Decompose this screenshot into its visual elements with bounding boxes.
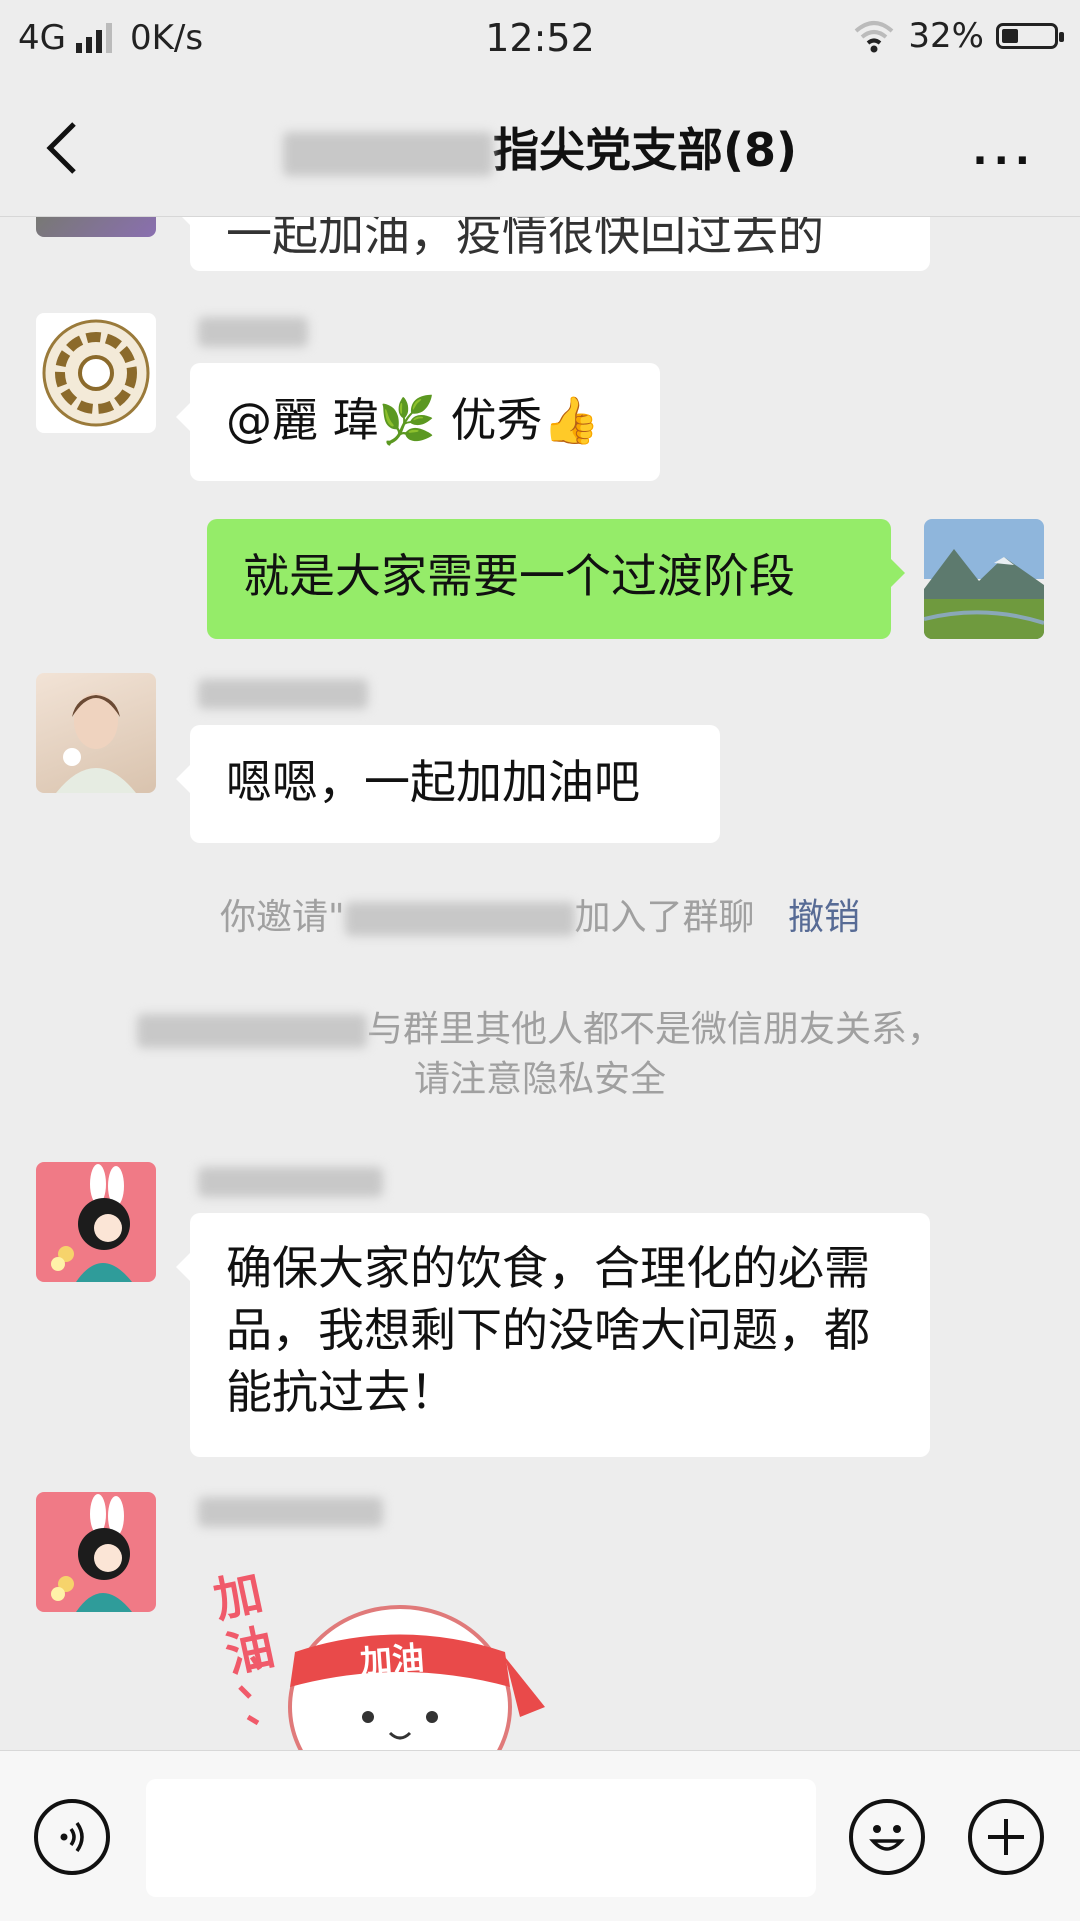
battery-icon bbox=[996, 23, 1064, 49]
sticker-message[interactable]: 加油 加油 bbox=[200, 1557, 560, 1750]
message-list[interactable]: 一起加油，疫情很快回过去的 @麗 瑋🌿 优秀👍 就是大家需要一个过渡阶段 嗯嗯，… bbox=[0, 217, 1080, 1750]
invite-suffix: 加入了群聊 bbox=[574, 897, 755, 938]
sender-name-redacted bbox=[198, 1497, 383, 1533]
message-bubble[interactable]: 确保大家的饮食，合理化的必需品，我想剩下的没啥大问题，都能抗过去！ bbox=[176, 1213, 930, 1457]
message-text: 确保大家的饮食，合理化的必需品，我想剩下的没啥大问题，都能抗过去！ bbox=[226, 1241, 870, 1419]
sticker-band-text: 加油 bbox=[358, 1638, 426, 1682]
message-bubble[interactable]: 一起加油，疫情很快回过去的 bbox=[176, 217, 930, 271]
avatar[interactable] bbox=[36, 673, 156, 793]
redacted-invitee bbox=[344, 902, 575, 936]
system-notice-invite: 你邀请" 加入了群聊 撤销 bbox=[0, 893, 1080, 943]
my-avatar[interactable] bbox=[924, 519, 1044, 639]
message-text: @麗 瑋🌿 优秀👍 bbox=[226, 393, 600, 447]
avatar[interactable] bbox=[36, 1492, 156, 1612]
system-notice-privacy: 与群里其他人都不是微信朋友关系， 请注意隐私安全 bbox=[0, 1005, 1080, 1105]
chat-title: 指尖党支部(8) bbox=[0, 114, 1080, 180]
battery-level bbox=[1002, 29, 1018, 43]
message-bubble-sent[interactable]: 就是大家需要一个过渡阶段 bbox=[207, 519, 905, 639]
avatar[interactable] bbox=[36, 1162, 156, 1282]
plus-icon[interactable] bbox=[968, 1799, 1044, 1875]
mountain-landscape-image bbox=[924, 519, 1044, 639]
sender-name-redacted bbox=[198, 679, 368, 715]
message-text: 一起加油，疫情很快回过去的 bbox=[226, 217, 824, 261]
voice-icon[interactable] bbox=[34, 1799, 110, 1875]
portrait-image bbox=[56, 693, 136, 793]
avatar[interactable] bbox=[36, 313, 156, 433]
emoji-icon[interactable] bbox=[849, 1799, 925, 1875]
more-icon[interactable]: ··· bbox=[972, 138, 1036, 184]
chat-title-text: 指尖党支部(8) bbox=[492, 123, 798, 177]
plus-glyph bbox=[988, 1819, 1024, 1855]
privacy-line-1: 与群里其他人都不是微信朋友关系， bbox=[0, 1005, 1080, 1055]
input-bar bbox=[0, 1750, 1080, 1921]
redacted-group-name bbox=[282, 131, 493, 176]
message-bubble[interactable]: @麗 瑋🌿 优秀👍 bbox=[176, 363, 660, 481]
avatar[interactable] bbox=[36, 217, 156, 237]
cartoon-girl-avatar bbox=[51, 1164, 132, 1282]
wifi-icon bbox=[855, 21, 894, 53]
message-text: 就是大家需要一个过渡阶段 bbox=[243, 549, 795, 603]
undo-invite-link[interactable]: 撤销 bbox=[788, 897, 860, 938]
message-text: 嗯嗯，一起加加油吧 bbox=[226, 755, 640, 809]
cartoon-girl-avatar bbox=[51, 1494, 132, 1612]
status-right: 32% bbox=[852, 16, 1064, 56]
voice-glyph bbox=[60, 1821, 84, 1853]
cultural-heritage-logo bbox=[42, 319, 150, 427]
sender-name-redacted bbox=[198, 317, 308, 353]
sender-name-redacted bbox=[198, 1167, 383, 1203]
message-bubble[interactable]: 嗯嗯，一起加加油吧 bbox=[176, 725, 720, 843]
message-input[interactable] bbox=[146, 1779, 816, 1897]
status-bar: 4G 0K/s 12:52 32% bbox=[0, 0, 1080, 76]
chat-header: 指尖党支部(8) ··· bbox=[0, 76, 1080, 217]
privacy-text-1: 与群里其他人都不是微信朋友关系， bbox=[366, 1009, 943, 1050]
redacted-names bbox=[136, 1014, 367, 1048]
privacy-line-2: 请注意隐私安全 bbox=[413, 1059, 666, 1100]
battery-percent: 32% bbox=[908, 16, 984, 56]
invite-prefix: 你邀请" bbox=[219, 897, 345, 938]
emoji-glyph bbox=[869, 1825, 905, 1851]
